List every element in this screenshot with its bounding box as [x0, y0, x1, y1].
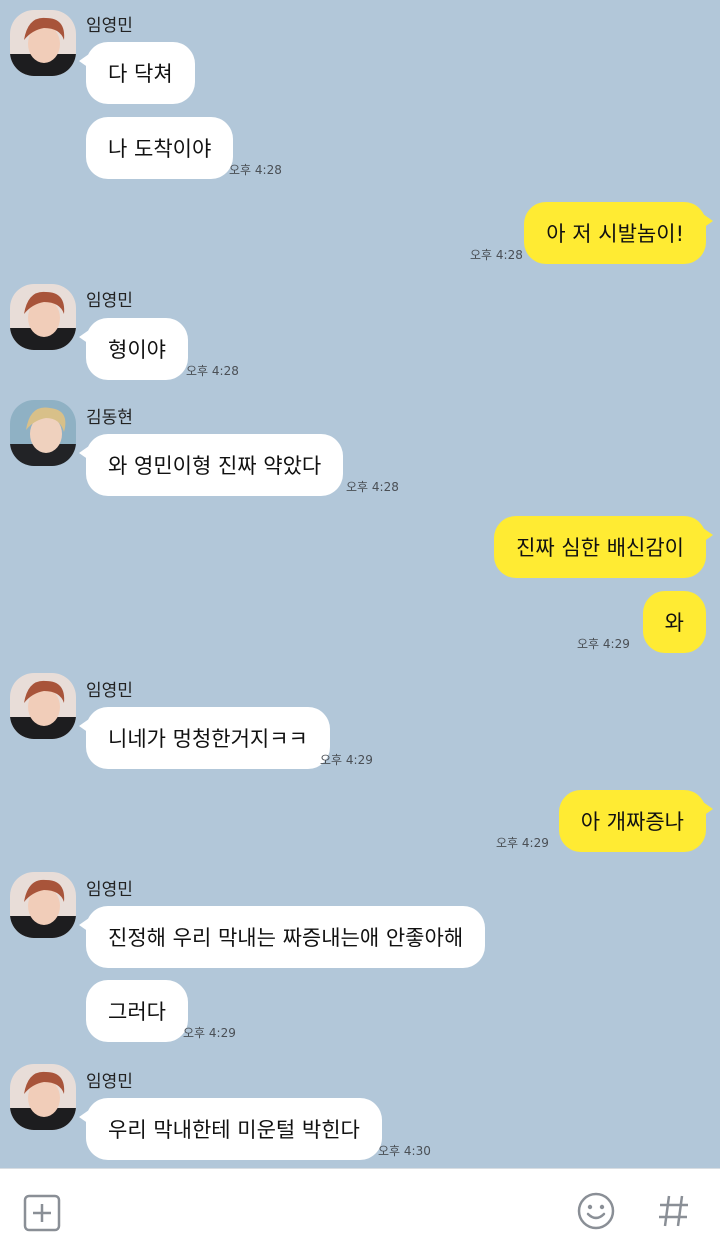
sender-name: 임영민 — [86, 1072, 133, 1092]
message-time: 오후 4:28 — [229, 163, 282, 177]
emoji-icon — [577, 1192, 615, 1230]
message-text: 와 영민이형 진짜 약았다 — [108, 454, 322, 478]
message-time: 오후 4:29 — [183, 1026, 236, 1040]
plus-icon — [23, 1194, 61, 1232]
message-bubble[interactable]: 진짜 심한 배신감이 — [494, 516, 713, 578]
message-text: 아 개짜증나 — [580, 810, 684, 834]
message-input-bar — [0, 1168, 720, 1253]
message-bubble[interactable]: 나 도착이야 — [86, 117, 234, 179]
avatar[interactable] — [10, 10, 76, 76]
message-text: 진정해 우리 막내는 짜증내는애 안좋아해 — [108, 926, 464, 950]
message-text: 그러다 — [108, 1000, 166, 1024]
message-time: 오후 4:29 — [577, 637, 630, 651]
message-text: 우리 막내한테 미운털 박힌다 — [108, 1118, 360, 1142]
sender-name: 김동현 — [86, 408, 133, 428]
profile-photo — [10, 284, 76, 350]
message-bubble[interactable]: 우리 막내한테 미운털 박힌다 — [79, 1098, 382, 1160]
message-text: 와 — [664, 611, 684, 635]
message-time: 오후 4:28 — [186, 364, 239, 378]
message-bubble[interactable]: 아 저 시발놈이! — [524, 202, 713, 264]
message-bubble[interactable]: 그러다 — [86, 980, 188, 1042]
message-bubble[interactable]: 아 개짜증나 — [558, 790, 714, 852]
message-text: 형이야 — [108, 338, 166, 362]
message-text: 다 닥쳐 — [108, 62, 173, 86]
message-bubble[interactable]: 와 영민이형 진짜 약았다 — [78, 434, 344, 496]
profile-photo — [10, 872, 76, 938]
message-time: 오후 4:28 — [470, 248, 523, 262]
avatar[interactable] — [10, 284, 76, 350]
message-time: 오후 4:29 — [496, 836, 549, 850]
avatar[interactable] — [10, 1064, 76, 1130]
profile-photo — [10, 400, 76, 466]
sender-name: 임영민 — [86, 16, 133, 36]
message-text: 나 도착이야 — [108, 137, 212, 161]
hashtag-icon — [659, 1195, 688, 1227]
message-bubble[interactable]: 와 — [642, 591, 706, 653]
message-text: 아 저 시발놈이! — [546, 222, 684, 246]
message-bubble[interactable]: 니네가 멍청한거지ㅋㅋ — [79, 707, 330, 769]
avatar[interactable] — [10, 673, 76, 739]
message-time: 오후 4:28 — [346, 480, 399, 494]
sender-name: 임영민 — [86, 291, 133, 311]
message-bubble[interactable]: 다 닥쳐 — [79, 42, 195, 104]
message-time: 오후 4:29 — [320, 753, 373, 767]
profile-photo — [10, 10, 76, 76]
profile-photo — [10, 673, 76, 739]
message-text: 니네가 멍청한거지ㅋㅋ — [108, 727, 308, 751]
profile-photo — [10, 1064, 76, 1130]
hashtag-button[interactable] — [652, 1189, 696, 1233]
message-bubble[interactable]: 형이야 — [79, 318, 188, 380]
message-bubble[interactable]: 진정해 우리 막내는 짜증내는애 안좋아해 — [78, 906, 486, 968]
message-text: 진짜 심한 배신감이 — [516, 536, 684, 560]
attach-button[interactable] — [20, 1191, 64, 1235]
avatar[interactable] — [10, 872, 76, 938]
sender-name: 임영민 — [86, 681, 133, 701]
message-time: 오후 4:30 — [378, 1144, 431, 1158]
avatar[interactable] — [10, 400, 76, 466]
emoji-button[interactable] — [574, 1189, 618, 1233]
sender-name: 임영민 — [86, 880, 133, 900]
